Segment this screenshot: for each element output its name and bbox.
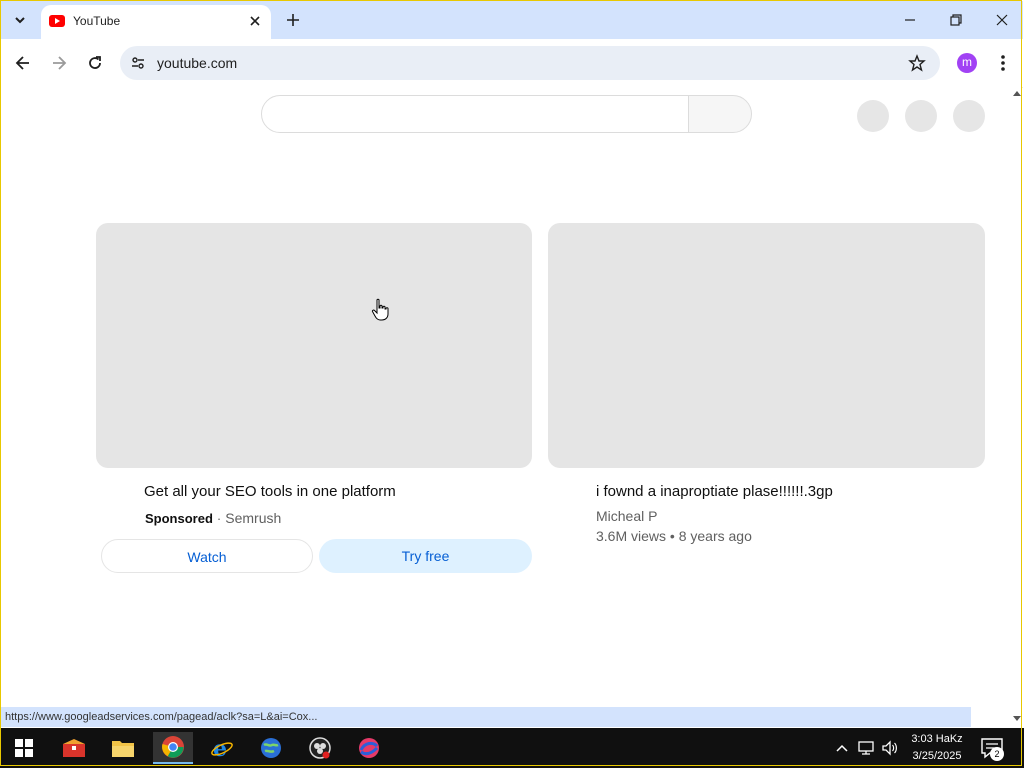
channel-name[interactable]: Micheal P — [596, 508, 657, 524]
restore-icon — [950, 14, 962, 26]
tab-strip: YouTube — [1, 1, 1024, 40]
video-title[interactable]: i fownd a inaproptiate plase!!!!!!.3gp — [596, 483, 833, 500]
recorder-icon — [309, 737, 331, 759]
video-stats: 3.6M views • 8 years ago — [596, 528, 752, 544]
ad-title[interactable]: Get all your SEO tools in one platform — [144, 483, 396, 500]
page-scrollbar[interactable] — [1011, 87, 1022, 725]
video-thumbnail[interactable] — [548, 223, 985, 468]
profile-avatar[interactable]: m — [957, 53, 977, 73]
advertiser-name: Semrush — [225, 510, 282, 526]
browser-toolbar: youtube.com m — [1, 39, 1023, 88]
account-avatar-placeholder[interactable] — [953, 100, 985, 132]
folder-icon — [112, 741, 134, 757]
youtube-favicon-icon — [49, 15, 65, 27]
internet-explorer-icon: e — [211, 736, 233, 760]
ad-sponsored-line: Sponsored · Semrush — [145, 510, 281, 526]
chevron-down-icon — [15, 17, 25, 24]
address-bar[interactable]: youtube.com — [120, 46, 940, 80]
youtube-search-input[interactable] — [261, 95, 689, 133]
taskbar-app-swirl[interactable] — [349, 732, 389, 764]
taskbar-app-toolbox[interactable] — [54, 732, 94, 764]
ad-thumbnail[interactable] — [96, 223, 532, 468]
taskbar-globe-app[interactable] — [251, 732, 291, 764]
minimize-button[interactable] — [887, 7, 933, 33]
youtube-page: Get all your SEO tools in one platform S… — [1, 87, 1011, 707]
tab-youtube[interactable]: YouTube — [41, 5, 271, 40]
taskbar-file-explorer[interactable] — [103, 732, 143, 764]
taskbar-internet-explorer[interactable]: e — [202, 732, 242, 764]
windows-logo-icon — [15, 739, 33, 757]
create-button-placeholder[interactable] — [857, 100, 889, 132]
try-free-button[interactable]: Try free — [319, 539, 532, 573]
youtube-search-button[interactable] — [688, 95, 752, 133]
notification-count-badge: 2 — [990, 747, 1004, 761]
reload-icon[interactable] — [85, 53, 105, 73]
clock-date: 3/25/2025 — [912, 750, 962, 762]
minimize-icon — [905, 19, 915, 21]
back-arrow-icon[interactable] — [13, 53, 33, 73]
watch-button[interactable]: Watch — [101, 539, 313, 573]
hand-cursor-icon — [371, 298, 389, 321]
tab-search-button[interactable] — [9, 9, 31, 31]
system-clock[interactable]: 3:03 HaKz 3/25/2025 — [904, 731, 970, 765]
restore-button[interactable] — [933, 7, 979, 33]
separator: · — [216, 511, 222, 526]
scroll-down-arrow-icon[interactable] — [1013, 716, 1021, 721]
notifications-button-placeholder[interactable] — [905, 100, 937, 132]
start-button[interactable] — [4, 732, 44, 764]
close-icon — [996, 14, 1008, 26]
sponsored-label: Sponsored — [145, 511, 213, 526]
toolbox-icon — [63, 739, 85, 757]
show-hidden-icons-icon[interactable] — [832, 738, 852, 758]
scroll-up-arrow-icon[interactable] — [1013, 91, 1021, 96]
volume-icon[interactable] — [880, 738, 900, 758]
url-text: youtube.com — [157, 55, 238, 71]
globe-icon — [261, 738, 281, 758]
site-info-icon[interactable] — [130, 55, 146, 71]
swirl-app-icon — [359, 738, 379, 758]
windows-taskbar: e 3:03 HaKz 3/25/2025 2 — [0, 728, 1024, 768]
more-menu-icon[interactable] — [995, 53, 1011, 73]
taskbar-app-obs[interactable] — [300, 732, 340, 764]
close-window-button[interactable] — [979, 7, 1024, 33]
taskbar-chrome[interactable] — [153, 732, 193, 764]
tab-title: YouTube — [73, 14, 121, 28]
new-tab-icon[interactable] — [283, 10, 303, 30]
bookmark-star-icon[interactable] — [908, 54, 926, 72]
link-status-bubble: https://www.googleadservices.com/pagead/… — [1, 707, 971, 727]
clock-time: 3:03 HaKz — [911, 733, 963, 745]
close-tab-icon[interactable] — [247, 13, 263, 29]
chrome-icon — [162, 736, 184, 758]
network-icon[interactable] — [856, 738, 876, 758]
forward-arrow-icon[interactable] — [49, 53, 69, 73]
